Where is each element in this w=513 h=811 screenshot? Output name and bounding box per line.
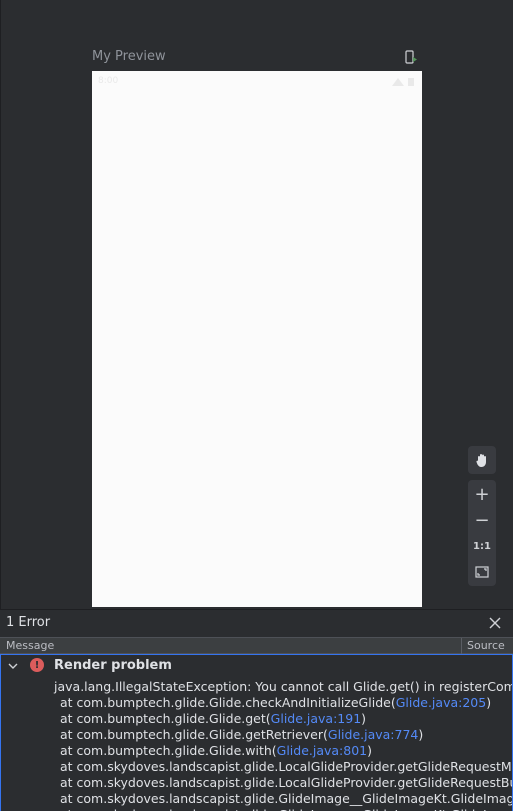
zoom-out-button[interactable]: − [468,506,496,534]
table-header: Message Source [0,637,513,654]
trace-text: at com.bumptech.glide.Glide.get( [60,711,271,726]
status-icons [392,78,414,86]
pan-button[interactable] [468,446,496,474]
preview-area: My Preview 8:00 + − 1:1 [0,0,513,609]
trace-suffix: ) [486,695,492,710]
trace-line: at com.bumptech.glide.Glide.checkAndInit… [54,695,512,711]
trace-text: java.lang.IllegalStateException: You can… [54,679,512,694]
close-icon[interactable] [487,615,503,631]
column-source[interactable]: Source [467,639,505,652]
source-link[interactable]: Glide.java:801 [277,743,368,758]
trace-line: at com.skydoves.landscapist.glide.GlideI… [54,807,512,811]
trace-text: at com.bumptech.glide.Glide.getRetriever… [60,727,328,742]
problem-list[interactable]: ! Render problem java.lang.IllegalStateE… [0,654,513,811]
device-run-icon[interactable] [404,50,418,64]
trace-text: at com.bumptech.glide.Glide.checkAndInit… [60,695,396,710]
trace-line: at com.skydoves.landscapist.glide.LocalG… [54,775,512,791]
stack-trace: java.lang.IllegalStateException: You can… [54,679,513,811]
hand-icon [476,454,486,467]
column-divider[interactable] [461,638,462,654]
trace-line: java.lang.IllegalStateException: You can… [54,679,512,695]
trace-suffix: ) [418,727,424,742]
chevron-down-icon[interactable] [7,660,19,672]
zoom-in-button[interactable]: + [468,480,496,508]
trace-text: at com.skydoves.landscapist.glide.LocalG… [60,775,512,790]
trace-line: at com.bumptech.glide.Glide.get(Glide.ja… [54,711,512,727]
source-link[interactable]: Glide.java:774 [328,727,419,742]
trace-suffix: ) [367,743,373,758]
trace-text: at com.bumptech.glide.Glide.with( [60,743,277,758]
source-link[interactable]: Glide.java:205 [396,695,487,710]
trace-text: at com.skydoves.landscapist.glide.GlideI… [60,791,513,806]
actual-size-button[interactable]: 1:1 [468,532,496,560]
trace-line: at com.bumptech.glide.Glide.with(Glide.j… [54,743,512,759]
panel-title: 1 Error [6,615,51,630]
panel-header: 1 Error [0,610,513,637]
problems-panel: 1 Error Message Source ! Render problem … [0,609,513,811]
trace-text: at com.skydoves.landscapist.glide.LocalG… [60,759,512,774]
phone-frame: 8:00 [92,71,422,607]
trace-text: at com.skydoves.landscapist.glide.GlideI… [60,807,512,811]
status-bar: 8:00 [92,71,422,93]
trace-suffix: ) [361,711,367,726]
error-icon: ! [30,658,44,672]
preview-title: My Preview [92,49,166,64]
fit-screen-button[interactable] [468,558,496,586]
fit-screen-icon [475,566,489,578]
trace-line: at com.skydoves.landscapist.glide.LocalG… [54,759,512,775]
problem-title: Render problem [54,658,172,673]
trace-line: at com.skydoves.landscapist.glide.GlideI… [54,791,513,807]
column-message[interactable]: Message [6,639,54,652]
source-link[interactable]: Glide.java:191 [271,711,362,726]
status-time: 8:00 [98,76,119,86]
trace-line: at com.bumptech.glide.Glide.getRetriever… [54,727,512,743]
